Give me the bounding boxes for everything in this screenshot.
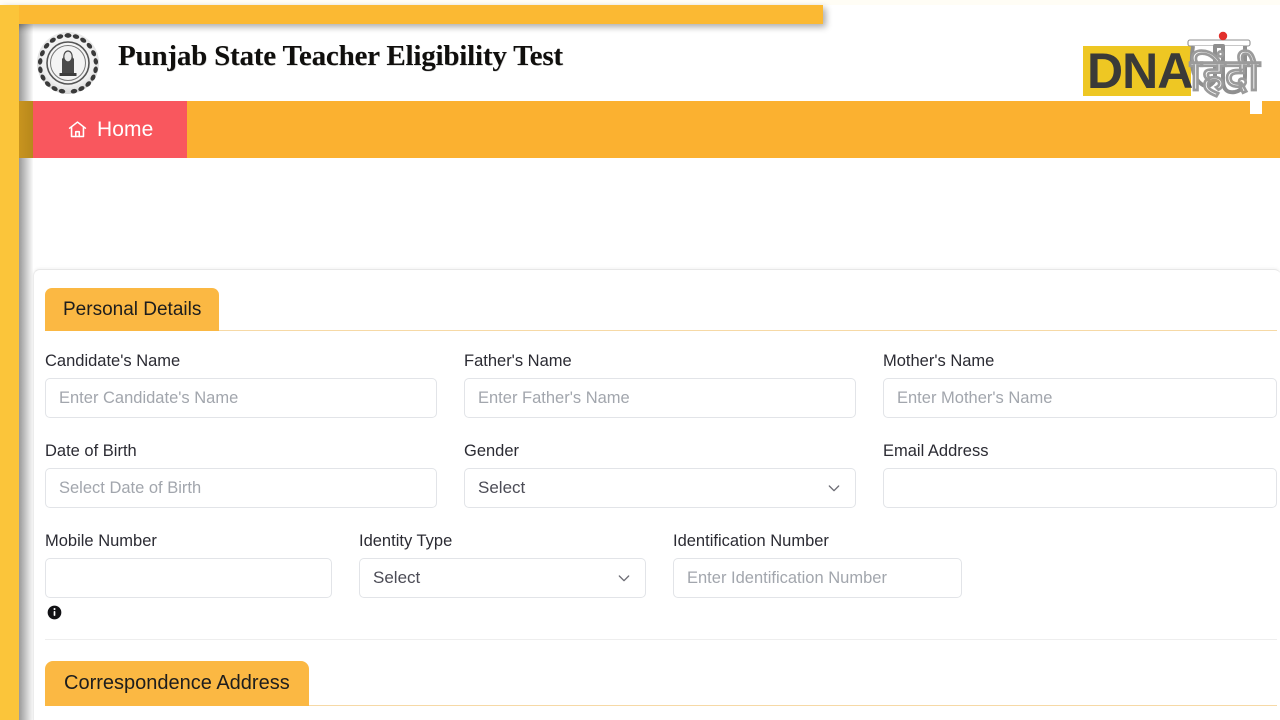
field-identity-type: Identity Type Select: [359, 532, 646, 598]
label-identity-type: Identity Type: [359, 532, 453, 550]
field-mothers-name: Mother's Name: [883, 352, 1277, 418]
label-fathers-name: Father's Name: [464, 352, 572, 370]
section-tab-underline: [45, 330, 1277, 331]
dna-hindi-logo: DNA हिंदी: [1080, 10, 1276, 122]
input-date-of-birth[interactable]: [45, 468, 437, 508]
nav-home-label: Home: [97, 117, 154, 141]
chevron-down-icon: [826, 480, 842, 496]
select-identity-type-value: Select: [373, 568, 421, 587]
nav-left-sliver: [19, 101, 33, 158]
select-identity-type[interactable]: Select: [359, 558, 646, 598]
input-mothers-name[interactable]: [883, 378, 1277, 418]
field-fathers-name: Father's Name: [464, 352, 856, 418]
section-divider: [45, 639, 1277, 640]
nav-item-home[interactable]: Home: [33, 101, 187, 158]
field-identification-number: Identification Number: [673, 532, 962, 598]
input-email-address[interactable]: [883, 468, 1277, 508]
input-mobile-number[interactable]: [45, 558, 332, 598]
tab-correspondence-address-label: Correspondence Address: [64, 672, 290, 694]
site-title: Punjab State Teacher Eligibility Test: [118, 40, 563, 72]
field-candidates-name: Candidate's Name: [45, 352, 437, 418]
label-identification-number: Identification Number: [673, 532, 829, 550]
label-mothers-name: Mother's Name: [883, 352, 995, 370]
home-icon: [67, 119, 88, 140]
tab-correspondence-address[interactable]: Correspondence Address: [45, 661, 309, 706]
label-date-of-birth: Date of Birth: [45, 442, 137, 460]
tab-personal-details-label: Personal Details: [63, 298, 202, 320]
label-candidates-name: Candidate's Name: [45, 352, 181, 370]
label-gender: Gender: [464, 442, 520, 460]
section-tabs: Personal Details: [34, 270, 1280, 331]
top-yellow-band: [0, 5, 823, 24]
registration-form-card: Personal Details Candidate's Name Father…: [33, 269, 1280, 720]
page-root: Punjab State Teacher Eligibility Test Ho…: [0, 0, 1280, 720]
chevron-down-icon: [616, 570, 632, 586]
svg-text:हिंदी: हिंदी: [1189, 49, 1261, 100]
info-icon[interactable]: [47, 605, 62, 620]
label-mobile-number: Mobile Number: [45, 532, 157, 550]
header-spacer: [33, 158, 1280, 269]
tab-personal-details[interactable]: Personal Details: [45, 288, 220, 331]
field-mobile-number: Mobile Number: [45, 532, 332, 620]
select-gender-value: Select: [478, 478, 526, 497]
select-gender[interactable]: Select: [464, 468, 856, 508]
input-fathers-name[interactable]: [464, 378, 856, 418]
field-gender: Gender Select: [464, 442, 856, 508]
label-email-address: Email Address: [883, 442, 989, 460]
svg-text:DNA: DNA: [1087, 43, 1192, 99]
input-candidates-name[interactable]: [45, 378, 437, 418]
left-yellow-rail: [0, 5, 19, 720]
input-identification-number[interactable]: [673, 558, 962, 598]
government-emblem-icon: [35, 31, 101, 95]
field-date-of-birth: Date of Birth: [45, 442, 437, 508]
field-email-address: Email Address: [883, 442, 1277, 508]
